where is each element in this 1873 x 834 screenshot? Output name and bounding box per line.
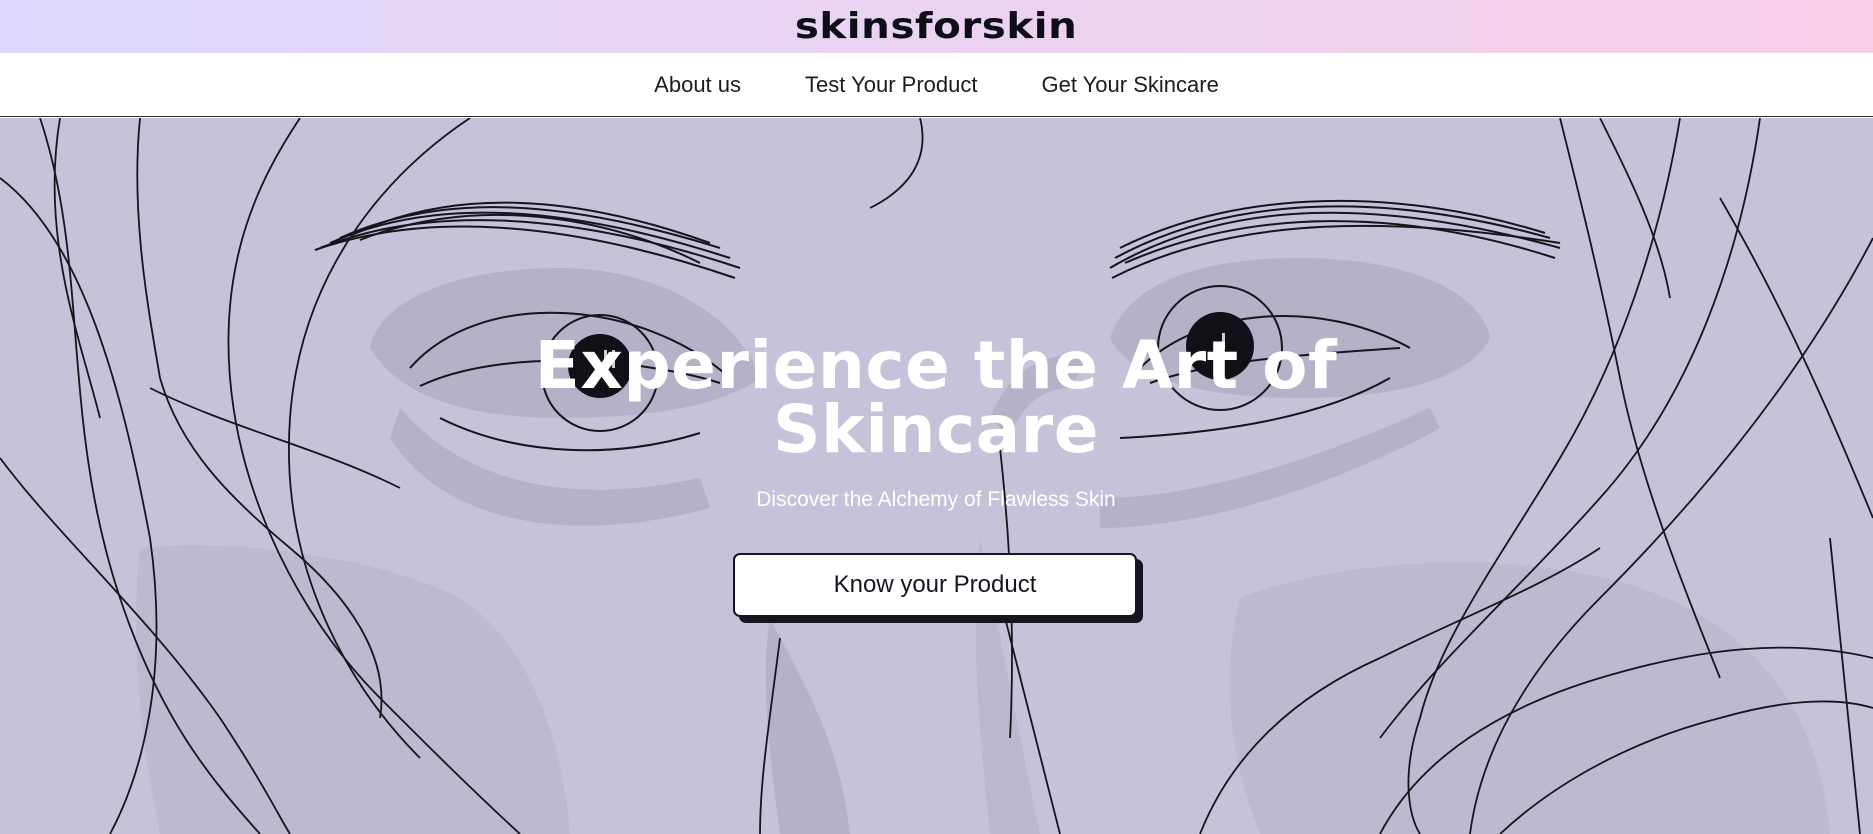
nav-item-about-us[interactable]: About us [654,72,741,98]
brand-header: skinsforskin [0,0,1873,53]
nav-item-test-your-product[interactable]: Test Your Product [805,72,977,98]
hero-content: Experience the Art of Skincare Discover … [0,118,1873,834]
hero-section: Experience the Art of Skincare Discover … [0,118,1873,834]
hero-title: Experience the Art of Skincare [386,333,1486,463]
brand-logo[interactable]: skinsforskin [795,6,1078,47]
hero-subtitle: Discover the Alchemy of Flawless Skin [756,488,1116,511]
hero-title-line2: Skincare [772,391,1099,468]
nav-item-get-your-skincare[interactable]: Get Your Skincare [1041,72,1218,98]
main-navigation: About us Test Your Product Get Your Skin… [0,53,1873,117]
know-your-product-button[interactable]: Know your Product [733,553,1137,617]
